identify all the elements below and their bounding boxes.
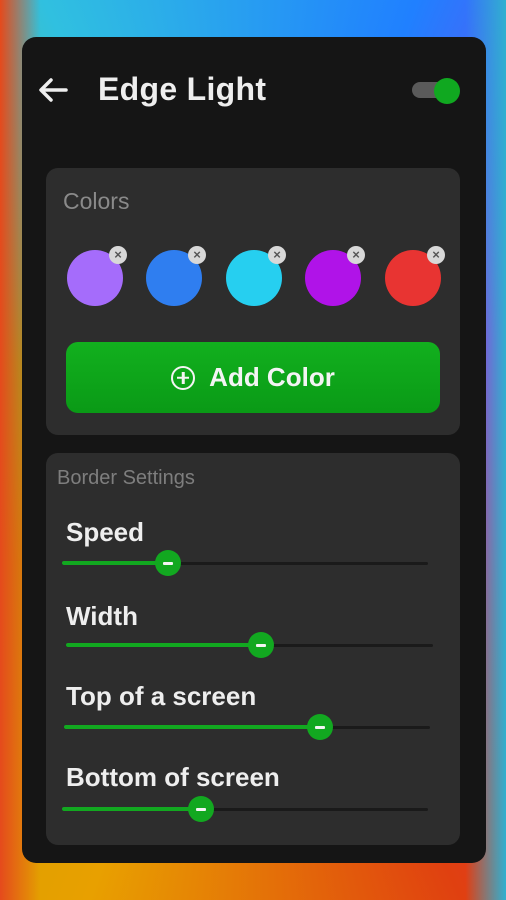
- slider-knob[interactable]: [307, 714, 334, 740]
- color-swatch[interactable]: ×: [146, 246, 206, 306]
- page-title: Edge Light: [98, 71, 267, 107]
- slider-knob[interactable]: [155, 550, 182, 576]
- speed-slider[interactable]: [62, 549, 428, 579]
- speed-label: Speed: [66, 517, 145, 547]
- remove-color-icon[interactable]: ×: [268, 246, 286, 264]
- colors-title: Colors: [63, 188, 130, 214]
- slider-fill: [62, 561, 169, 565]
- toggle-thumb: [434, 78, 460, 104]
- remove-color-icon[interactable]: ×: [347, 246, 365, 264]
- border-settings-card: Border Settings Speed Width Top of a scr…: [46, 453, 460, 845]
- color-swatch[interactable]: ×: [226, 246, 286, 306]
- color-swatch[interactable]: ×: [385, 246, 445, 306]
- remove-color-icon[interactable]: ×: [109, 246, 127, 264]
- remove-color-icon[interactable]: ×: [427, 246, 445, 264]
- slider-fill: [64, 725, 321, 729]
- slider-fill: [62, 807, 202, 811]
- top-of-screen-slider[interactable]: [64, 713, 430, 743]
- colors-card: Colors × × × × × Add Color: [46, 168, 460, 435]
- add-color-button[interactable]: Add Color: [66, 342, 440, 413]
- border-settings-title: Border Settings: [57, 467, 195, 489]
- width-slider[interactable]: [66, 631, 433, 661]
- app-screen: Edge Light Colors × × × × × Add Color Bo…: [22, 37, 486, 863]
- slider-knob[interactable]: [247, 632, 274, 658]
- bottom-of-screen-slider[interactable]: [62, 795, 428, 825]
- bottom-of-screen-label: Bottom of screen: [66, 762, 280, 792]
- color-swatch[interactable]: ×: [67, 246, 127, 306]
- top-of-screen-label: Top of a screen: [66, 681, 257, 711]
- color-swatch[interactable]: ×: [305, 246, 365, 306]
- header: Edge Light: [22, 37, 486, 147]
- add-color-label: Add Color: [209, 362, 335, 392]
- slider-fill: [66, 643, 261, 647]
- slider-knob[interactable]: [188, 796, 215, 822]
- width-label: Width: [66, 601, 138, 631]
- add-circle-icon: [171, 365, 196, 390]
- remove-color-icon[interactable]: ×: [188, 246, 206, 264]
- arrow-left-icon[interactable]: [36, 73, 70, 107]
- edge-light-toggle[interactable]: [412, 78, 462, 104]
